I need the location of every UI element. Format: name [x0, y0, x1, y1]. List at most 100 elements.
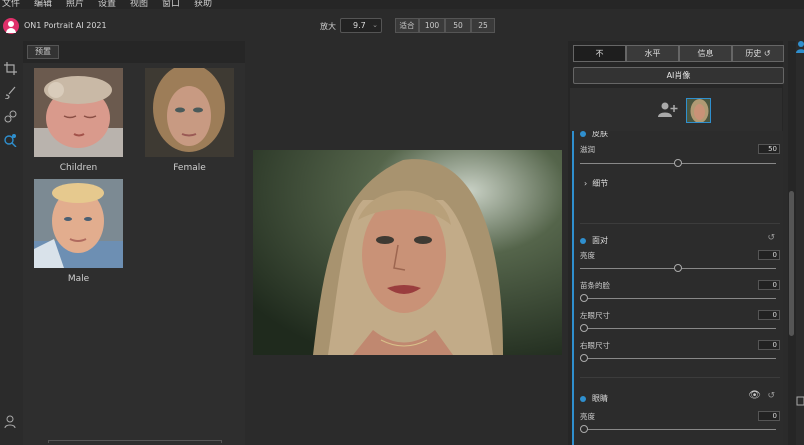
right-edge-bar — [796, 41, 804, 445]
zoom-25-button[interactable]: 25 — [471, 18, 495, 33]
main-photo[interactable] — [253, 150, 562, 355]
preset-children-label: Children — [59, 163, 98, 173]
smooth-slider[interactable] — [580, 159, 776, 167]
slim-face-value[interactable]: 0 — [758, 280, 780, 290]
tab-info[interactable]: 信息 — [679, 45, 732, 62]
bottom-scrollbar[interactable] — [48, 440, 222, 443]
right-eye-value[interactable]: 0 — [758, 340, 780, 350]
eyes-section-header[interactable]: 眼睛 — [580, 393, 608, 404]
presets-header: 预置 — [23, 41, 245, 63]
menu-window[interactable]: 窗口 — [162, 0, 180, 9]
preset-female-label: Female — [173, 163, 206, 173]
user-icon[interactable] — [4, 415, 17, 428]
preset-female-thumb[interactable] — [145, 68, 234, 157]
chevron-right-icon: › — [584, 179, 588, 188]
zoom-fit-button[interactable]: 适合 — [395, 18, 419, 33]
detail-expander[interactable]: › 细节 — [584, 178, 608, 189]
eyes-brightness-label: 亮度 — [580, 412, 595, 421]
left-eye-value[interactable]: 0 — [758, 310, 780, 320]
tool-bar — [0, 41, 22, 445]
panel-scrollbar[interactable] — [788, 41, 796, 445]
face-brightness-label: 亮度 — [580, 251, 595, 260]
section-divider — [580, 223, 780, 224]
face-brightness-row: 亮度 0 — [580, 250, 780, 260]
left-eye-row: 左眼尺寸 0 — [580, 310, 780, 320]
chevron-down-icon: ⌄ — [372, 21, 378, 29]
eyes-enabled-dot[interactable] — [580, 395, 586, 402]
adjustments-panel: 皮肤 滋润 50 › 细节 面对 ↺ 亮度 0 苗条的脸 0 左眼尺寸 0 右眼… — [572, 131, 783, 445]
zoom-50-button[interactable]: 50 — [445, 18, 471, 33]
left-eye-knob[interactable] — [580, 324, 588, 332]
zoom-100-button[interactable]: 100 — [419, 18, 445, 33]
right-panel: 不 水平 信息 历史 ↺ AI肖像 皮肤 滋润 50 › 细节 面对 ↺ 亮度 … — [568, 41, 784, 445]
face-brightness-knob[interactable] — [674, 264, 682, 272]
face-section-header[interactable]: 面对 — [580, 235, 608, 246]
detail-label: 细节 — [592, 179, 609, 188]
face-selector — [570, 88, 782, 131]
menu-view[interactable]: 视图 — [130, 0, 148, 9]
menu-bar: 文件 编辑 照片 设置 视图 窗口 获助 — [0, 0, 804, 9]
presets-panel: 预置 Children Female Male — [23, 41, 245, 445]
menu-help[interactable]: 获助 — [194, 0, 212, 9]
eyes-brightness-slider[interactable] — [580, 425, 776, 433]
app-toolbar: ON1 Portrait AI 2021 放大 9.7 ⌄ 适合 100 50 … — [0, 9, 804, 41]
person-icon[interactable] — [796, 41, 804, 53]
tab-none[interactable]: 不 — [573, 45, 626, 62]
zoom-label: 放大 — [320, 22, 336, 31]
crop-icon[interactable] — [4, 62, 17, 75]
baby-photo — [34, 68, 123, 157]
eyes-section-title: 眼睛 — [592, 394, 608, 403]
zoom-value: 9.7 — [353, 21, 366, 30]
brush-icon[interactable] — [4, 86, 17, 99]
face-reset-icon[interactable]: ↺ — [767, 233, 775, 243]
face-thumbnail[interactable] — [686, 98, 711, 123]
panel-tabs: 不 水平 信息 历史 ↺ — [573, 45, 784, 62]
panel-scrollbar-thumb[interactable] — [789, 191, 794, 336]
tab-history[interactable]: 历史 ↺ — [732, 45, 784, 62]
menu-photo[interactable]: 照片 — [66, 0, 84, 9]
menu-file[interactable]: 文件 — [2, 0, 20, 9]
preset-male-thumb[interactable] — [34, 179, 123, 268]
right-eye-label: 右眼尺寸 — [580, 341, 610, 350]
app-title: ON1 Portrait AI 2021 — [24, 21, 107, 30]
portrait-photo — [253, 150, 562, 355]
right-eye-slider[interactable] — [580, 354, 776, 362]
left-eye-label: 左眼尺寸 — [580, 311, 610, 320]
smooth-label: 滋润 — [580, 145, 595, 154]
eye-preview-icon[interactable]: 👁 — [748, 390, 761, 401]
tab-level[interactable]: 水平 — [626, 45, 679, 62]
male-photo — [34, 179, 123, 268]
right-eye-row: 右眼尺寸 0 — [580, 340, 780, 350]
preset-children-thumb[interactable] — [34, 68, 123, 157]
ai-portrait-button[interactable]: AI肖像 — [573, 67, 784, 84]
eyes-brightness-value[interactable]: 0 — [758, 411, 780, 421]
right-eye-knob[interactable] — [580, 354, 588, 362]
face-thumb-image — [687, 99, 710, 122]
presets-button[interactable]: 预置 — [27, 45, 59, 59]
portrait-ai-icon[interactable] — [4, 134, 17, 147]
face-enabled-dot[interactable] — [580, 237, 586, 244]
panel-toggle-icon[interactable] — [796, 395, 804, 407]
retouch-icon[interactable] — [4, 110, 17, 123]
section-divider-2 — [580, 377, 780, 378]
slim-face-slider[interactable] — [580, 294, 776, 302]
skin-section-header[interactable]: 皮肤 — [580, 131, 608, 139]
section-enabled-dot[interactable] — [580, 131, 586, 137]
slim-face-knob[interactable] — [580, 294, 588, 302]
face-section-title: 面对 — [592, 236, 608, 245]
eyes-brightness-row: 亮度 0 — [580, 411, 780, 421]
face-brightness-value[interactable]: 0 — [758, 250, 780, 260]
zoom-select[interactable]: 9.7 ⌄ — [340, 18, 382, 33]
menu-settings[interactable]: 设置 — [98, 0, 116, 9]
smooth-slider-knob[interactable] — [674, 159, 682, 167]
smooth-value[interactable]: 50 — [758, 144, 780, 154]
eyes-reset-icon[interactable]: ↺ — [767, 391, 775, 401]
preset-male-label: Male — [67, 274, 90, 284]
smooth-row: 滋润 50 — [580, 144, 780, 154]
face-brightness-slider[interactable] — [580, 264, 776, 272]
eyes-brightness-knob[interactable] — [580, 425, 588, 433]
on1-logo-icon — [3, 18, 19, 34]
menu-edit[interactable]: 编辑 — [34, 0, 52, 9]
add-face-icon[interactable] — [658, 102, 678, 117]
left-eye-slider[interactable] — [580, 324, 776, 332]
